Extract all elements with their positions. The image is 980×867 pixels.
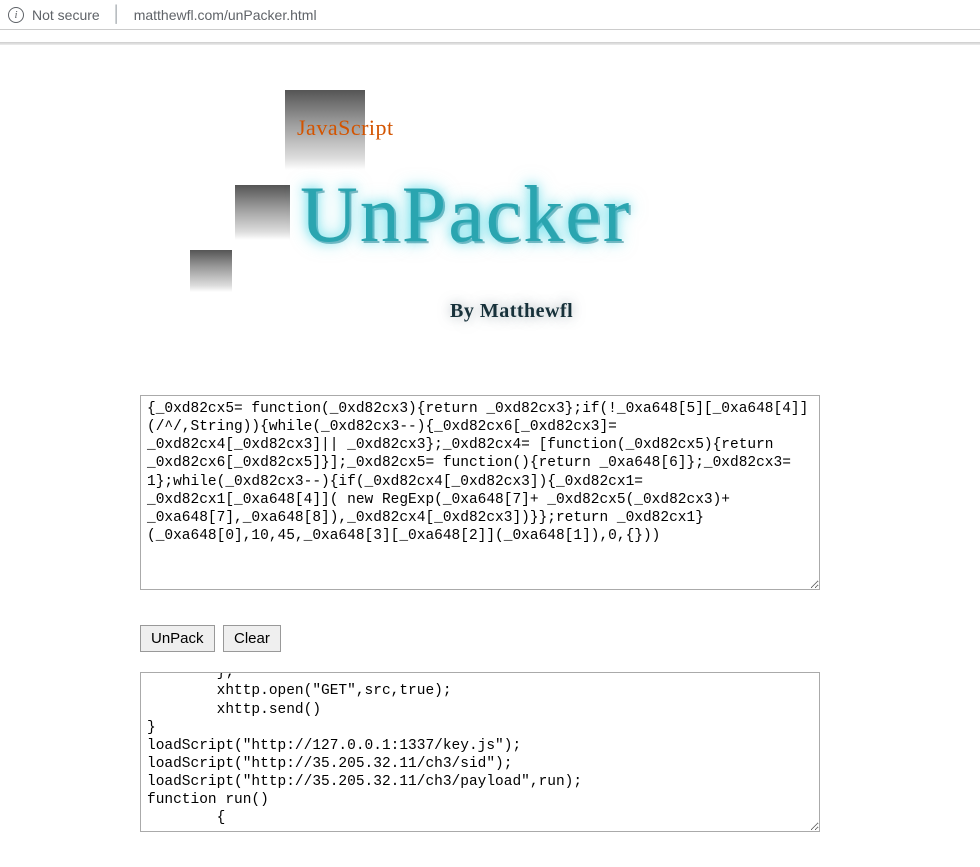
clear-button[interactable]: Clear (223, 625, 281, 652)
packed-code-input[interactable] (140, 395, 820, 590)
unpacked-code-output[interactable] (140, 672, 820, 832)
decor-square-2 (235, 185, 290, 240)
address-divider: │ (112, 6, 122, 24)
decor-square-3 (190, 250, 232, 292)
header-banner: JavaScript UnPacker By Matthewfl (140, 75, 840, 385)
byline: By Matthewfl (450, 300, 573, 323)
security-label: Not secure (32, 7, 100, 23)
controls-row: UnPack Clear (140, 625, 840, 652)
page-title: UnPacker (300, 170, 631, 261)
javascript-label: JavaScript (297, 115, 394, 141)
main-content: UnPack Clear (140, 395, 840, 837)
unpack-button[interactable]: UnPack (140, 625, 215, 652)
info-icon: i (8, 7, 24, 23)
address-bar[interactable]: i Not secure │ matthewfl.com/unPacker.ht… (0, 0, 980, 30)
top-hr (0, 42, 980, 45)
page-url: matthewfl.com/unPacker.html (134, 7, 317, 23)
